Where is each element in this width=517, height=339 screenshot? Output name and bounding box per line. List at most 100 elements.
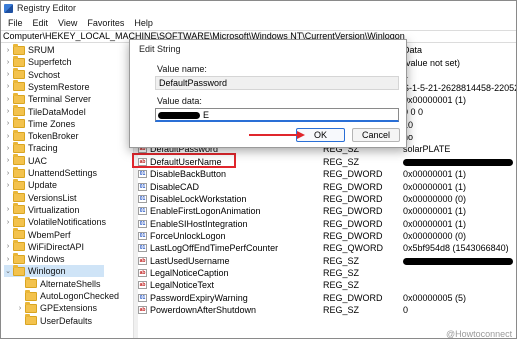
chevron-icon[interactable]: ›: [4, 83, 12, 90]
tree-node[interactable]: › Virtualization: [4, 203, 80, 216]
tree-node-label: UserDefaults: [40, 315, 93, 326]
chevron-icon[interactable]: ›: [4, 96, 12, 103]
menu-file[interactable]: File: [8, 18, 23, 28]
value-name: EnableFirstLogonAnimation: [150, 206, 261, 217]
tree-node[interactable]: › GPExtensions: [16, 301, 98, 314]
value-type: REG_SZ: [323, 156, 360, 167]
menu-view[interactable]: View: [58, 18, 77, 28]
folder-icon: [25, 314, 37, 326]
binary-value-icon: 01: [138, 170, 147, 179]
tree-node-label: Virtualization: [28, 204, 80, 215]
value-row[interactable]: 01 ForceUnlockLogon REG_DWORD 0x00000000 (0…: [138, 230, 516, 242]
folder-icon: [13, 154, 25, 166]
value-row[interactable]: 01 EnableSIHostIntegration REG_DWORD 0x0000…: [138, 218, 516, 230]
chevron-icon[interactable]: ›: [4, 206, 12, 213]
binary-value-icon: 01: [138, 231, 147, 240]
chevron-icon[interactable]: ›: [4, 59, 12, 66]
menu-edit[interactable]: Edit: [33, 18, 49, 28]
binary-value-icon: 01: [138, 207, 147, 216]
chevron-icon[interactable]: ›: [4, 71, 12, 78]
chevron-icon[interactable]: ›: [4, 157, 12, 164]
tree-node[interactable]: › TileDataModel: [4, 105, 86, 118]
chevron-icon[interactable]: ›: [4, 133, 12, 140]
tree-node[interactable]: › UAC: [4, 154, 47, 167]
tree-node[interactable]: › Time Zones: [4, 117, 75, 130]
chevron-icon[interactable]: ›: [4, 47, 12, 54]
binary-value-icon: 01: [138, 194, 147, 203]
chevron-icon[interactable]: ›: [4, 120, 12, 127]
binary-value-icon: 01: [138, 293, 147, 302]
tree-node[interactable]: › Svchost: [4, 68, 60, 81]
chevron-icon[interactable]: ›: [4, 145, 12, 152]
chevron-icon[interactable]: ›: [4, 108, 12, 115]
tree-node[interactable]: WbemPerf: [4, 228, 71, 241]
value-row[interactable]: 01 DisableLockWorkstation REG_DWORD 0x00000…: [138, 193, 516, 205]
tree-node[interactable]: ⌄ Winlogon: [4, 264, 104, 278]
folder-icon: [25, 301, 37, 313]
value-type: REG_DWORD: [323, 193, 383, 204]
folder-icon: [13, 55, 25, 67]
value-data-field[interactable]: E: [155, 108, 399, 122]
tree-node-label: WbemPerf: [28, 229, 71, 240]
value-data: solarPLATE: [403, 144, 451, 155]
menu-favorites[interactable]: Favorites: [87, 18, 124, 28]
cancel-button[interactable]: Cancel: [352, 128, 400, 142]
value-data: 0x00000001 (1): [403, 218, 467, 229]
value-row[interactable]: 01 DisableBackButton REG_DWORD 0x00000001 (…: [138, 168, 516, 180]
value-row[interactable]: 01 LastLogOffEndTimePerfCounter REG_QWORD 0…: [138, 242, 516, 254]
tree-node[interactable]: › VolatileNotifications: [4, 215, 106, 228]
chevron-icon[interactable]: ›: [4, 182, 12, 189]
value-row[interactable]: ab LastUsedUsername REG_SZ: [138, 255, 516, 267]
tree-node-label: WiFiDirectAPI: [28, 241, 84, 252]
menu-help[interactable]: Help: [134, 18, 153, 28]
string-value-icon: ab: [138, 281, 147, 290]
folder-icon: [13, 252, 25, 264]
tree-node[interactable]: › Windows: [4, 252, 65, 265]
value-row[interactable]: ab LegalNoticeCaption REG_SZ: [138, 267, 516, 279]
value-row[interactable]: 01 DisableCAD REG_DWORD 0x00000001 (1): [138, 181, 516, 193]
tree-node[interactable]: › Superfetch: [4, 55, 72, 68]
folder-icon: [13, 191, 25, 203]
value-name-field[interactable]: DefaultPassword: [155, 76, 399, 90]
binary-value-icon: 01: [138, 219, 147, 228]
value-row[interactable]: 01 PasswordExpiryWarning REG_DWORD 0x000000…: [138, 292, 516, 304]
value-row[interactable]: 01 EnableFirstLogonAnimation REG_DWORD 0x00…: [138, 205, 516, 217]
tree-node-label: GPExtensions: [40, 303, 98, 314]
tree-node[interactable]: › TokenBroker: [4, 129, 79, 142]
value-name: LegalNoticeCaption: [150, 267, 229, 278]
registry-app-icon: [4, 3, 13, 13]
value-name: DisableLockWorkstation: [150, 193, 247, 204]
value-row[interactable]: ab LegalNoticeText REG_SZ: [138, 279, 516, 291]
tree-node[interactable]: › WiFiDirectAPI: [4, 240, 84, 253]
folder-icon: [13, 166, 25, 178]
chevron-icon[interactable]: ›: [4, 219, 12, 226]
dialog-title: Edit String: [139, 44, 181, 54]
tree-node[interactable]: › SRUM: [4, 43, 55, 56]
folder-icon: [13, 240, 25, 252]
tree-node[interactable]: › SystemRestore: [4, 80, 90, 93]
tree-node[interactable]: AlternateShells: [16, 277, 101, 290]
value-data: 0x00000001 (1): [403, 95, 467, 106]
tree-node[interactable]: › UnattendSettings: [4, 166, 97, 179]
chevron-icon[interactable]: ›: [4, 243, 12, 250]
watermark: @Howtoconnect: [446, 329, 513, 339]
tree-node-label: AlternateShells: [40, 278, 101, 289]
tree-node[interactable]: › Tracing: [4, 141, 58, 154]
value-row[interactable]: ab PowerdownAfterShutdown REG_SZ 0: [138, 304, 516, 316]
chevron-icon[interactable]: ›: [4, 256, 12, 263]
chevron-icon[interactable]: ›: [16, 305, 24, 312]
chevron-icon[interactable]: ⌄: [4, 267, 12, 275]
redaction-mark: [403, 158, 513, 166]
value-type: REG_QWORD: [323, 243, 384, 254]
tree-node[interactable]: UserDefaults: [16, 314, 93, 327]
tree-node[interactable]: › Terminal Server: [4, 92, 91, 105]
chevron-icon[interactable]: ›: [4, 170, 12, 177]
value-name: LegalNoticeText: [150, 280, 215, 291]
value-name: LastLogOffEndTimePerfCounter: [150, 243, 279, 254]
tree-node[interactable]: VersionsList: [4, 191, 77, 204]
tree-node[interactable]: AutoLogonChecked: [16, 289, 119, 302]
folder-icon: [13, 178, 25, 190]
highlight-box: [132, 153, 236, 168]
folder-icon: [13, 215, 25, 227]
tree-node[interactable]: › Update: [4, 178, 57, 191]
